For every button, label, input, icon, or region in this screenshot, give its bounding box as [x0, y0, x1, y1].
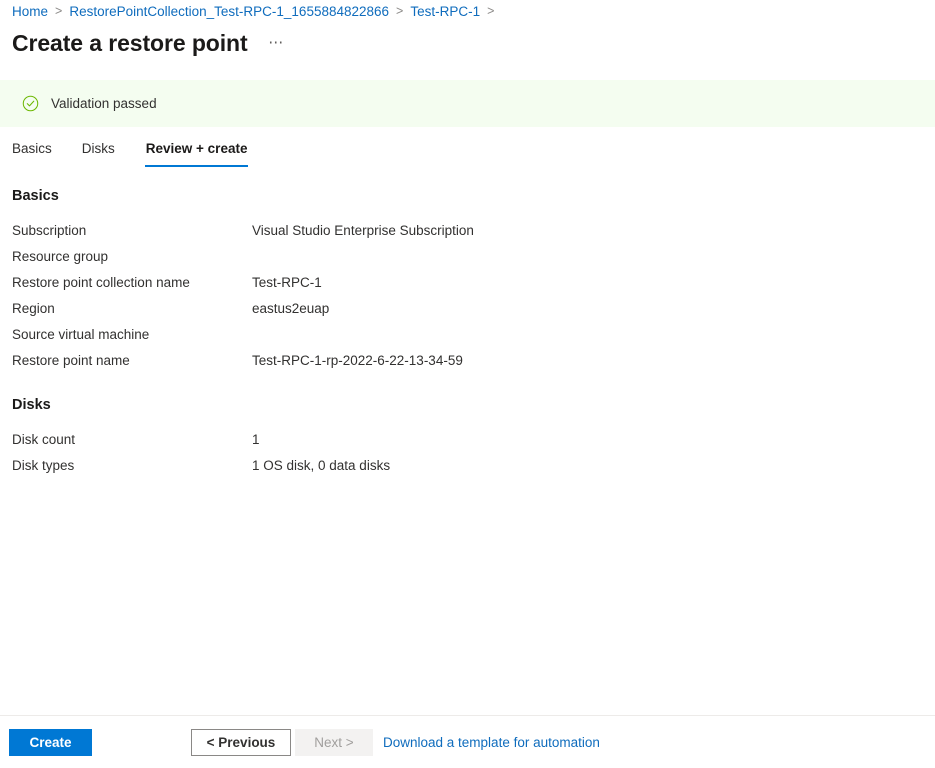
- summary-row-label: Disk count: [12, 432, 76, 447]
- section-heading: Disks: [12, 397, 51, 413]
- summary-row-label: Source virtual machine: [12, 327, 150, 342]
- summary-row-label: Disk types: [12, 458, 75, 473]
- breadcrumb-item-1[interactable]: RestorePointCollection_Test-RPC-1_165588…: [69, 4, 389, 19]
- summary-row: Source virtual machine: [12, 326, 712, 352]
- summary-row-value: 1 OS disk, 0 data disks: [252, 458, 391, 473]
- summary-row: Disk types 1 OS disk, 0 data disks: [12, 457, 712, 483]
- summary-row-label: Restore point name: [12, 353, 130, 368]
- summary-row-label: Resource group: [12, 249, 109, 264]
- summary-row-label: Subscription: [12, 223, 87, 238]
- page-title: Create a restore point: [12, 30, 248, 56]
- summary-row: Restore point name Test-RPC-1-rp-2022-6-2…: [12, 352, 712, 378]
- breadcrumb-item-0[interactable]: Home: [12, 4, 48, 19]
- section-basics-rows: Subscription Visual Studio Enterprise Sub…: [12, 222, 712, 378]
- validation-message: Validation passed: [51, 96, 157, 111]
- breadcrumb-separator: >: [396, 4, 404, 18]
- page-header: Create a restore point ⋯: [12, 27, 290, 59]
- download-template-link[interactable]: Download a template for automation: [383, 735, 600, 750]
- section-basics: Basics Subscription Visual Studio Enterpr…: [12, 187, 712, 378]
- next-button: Next >: [295, 728, 373, 756]
- validation-banner: Validation passed: [0, 80, 935, 127]
- wizard-tabs: Basics Disks Review + create: [12, 140, 278, 170]
- summary-row: Disk count 1: [12, 431, 712, 457]
- tab-basics[interactable]: Basics: [12, 140, 52, 167]
- summary-row-value: Test-RPC-1: [252, 275, 322, 290]
- tab-disks[interactable]: Disks: [82, 140, 115, 167]
- summary-row-value: Visual Studio Enterprise Subscription: [252, 223, 474, 238]
- summary-row-value: eastus2euap: [252, 301, 330, 316]
- more-options-button[interactable]: ⋯: [264, 30, 290, 56]
- breadcrumb-item-2[interactable]: Test-RPC-1: [410, 4, 480, 19]
- summary-row-value: 1: [252, 432, 260, 447]
- footer-action-bar: Create < Previous Next > Download a temp…: [0, 716, 935, 768]
- section-heading: Basics: [12, 188, 59, 204]
- summary-row-label: Region: [12, 301, 55, 316]
- breadcrumb-separator: >: [487, 4, 495, 18]
- summary-row: Subscription Visual Studio Enterprise Sub…: [12, 222, 712, 248]
- section-disks: Disks Disk count 1 Disk types 1 OS disk, 0 …: [12, 396, 712, 483]
- create-button[interactable]: Create: [9, 728, 92, 756]
- previous-button[interactable]: < Previous: [191, 728, 291, 756]
- summary-row-value: Test-RPC-1-rp-2022-6-22-13-34-59: [252, 353, 463, 368]
- summary-row: Restore point collection name Test-RPC-1: [12, 274, 712, 300]
- check-circle-icon: [22, 95, 39, 112]
- summary-row-label: Restore point collection name: [12, 275, 190, 290]
- summary-row: Resource group: [12, 248, 712, 274]
- breadcrumb: Home > RestorePointCollection_Test-RPC-1_1…: [12, 0, 501, 22]
- breadcrumb-separator: >: [55, 4, 63, 18]
- summary-row: Region eastus2euap: [12, 300, 712, 326]
- tab-review-create[interactable]: Review + create: [144, 140, 249, 167]
- section-disks-rows: Disk count 1 Disk types 1 OS disk, 0 data d…: [12, 431, 712, 483]
